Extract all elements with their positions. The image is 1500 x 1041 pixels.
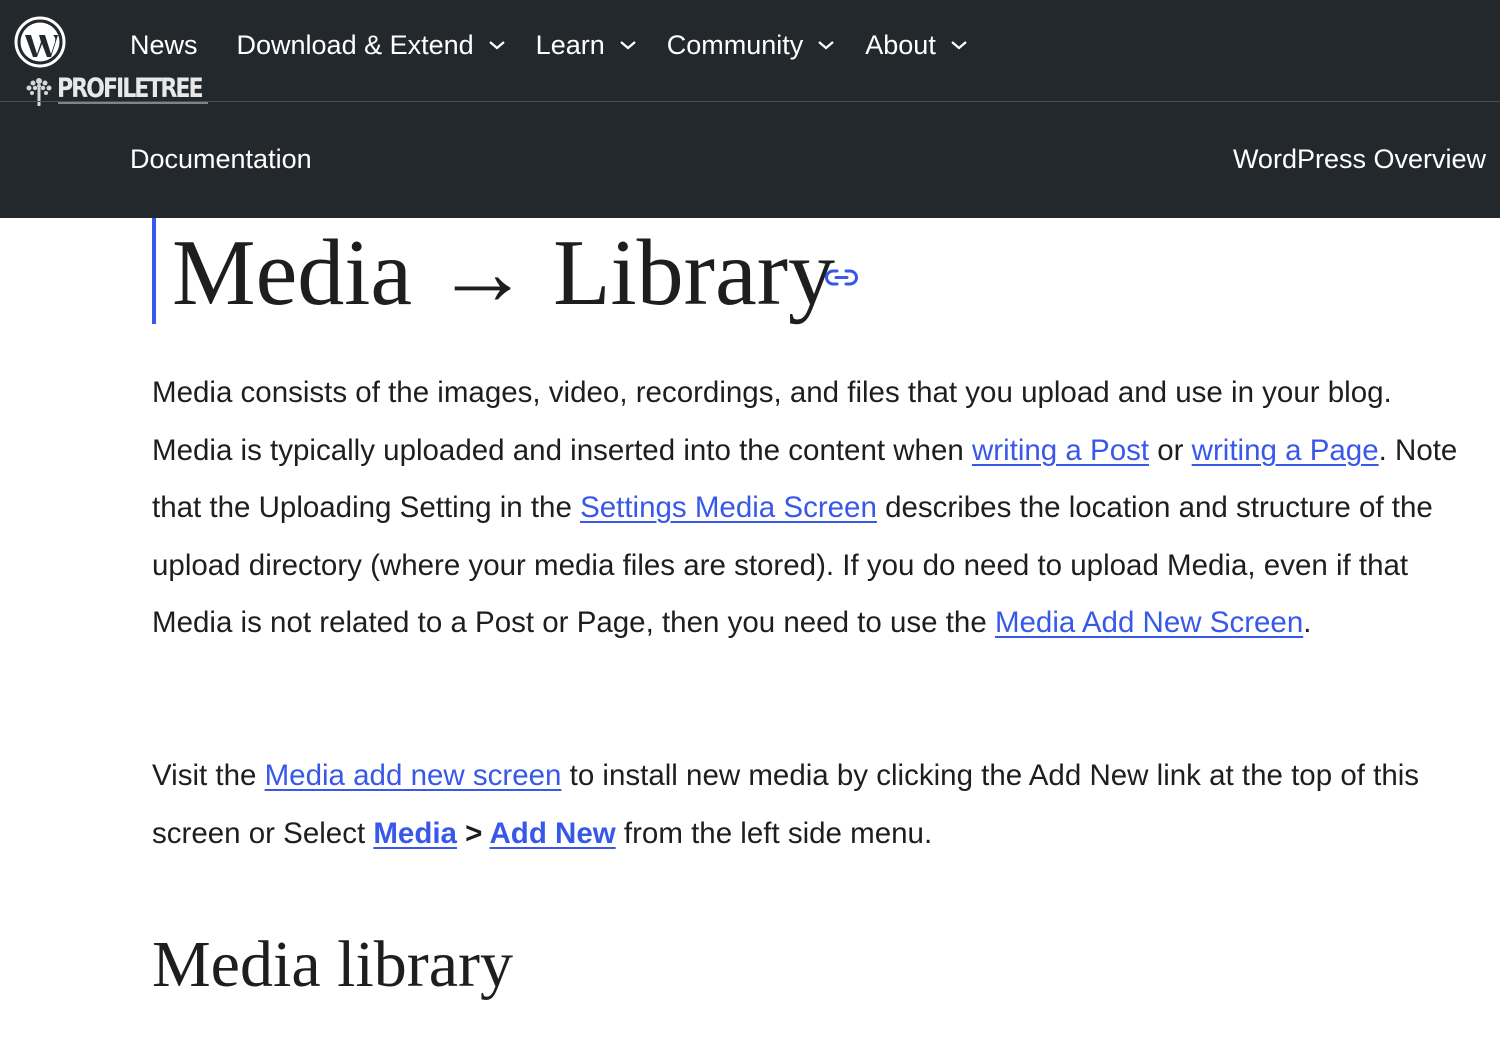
p2-text-1: Visit the xyxy=(152,759,265,792)
add-new-menu-link[interactable]: Add New xyxy=(490,817,616,850)
p2-text-3: from the left side menu. xyxy=(615,816,933,850)
wordpress-logo-icon[interactable] xyxy=(14,16,66,68)
visit-paragraph: Visit the Media add new screen to instal… xyxy=(152,747,1462,862)
media-add-new-screen-link-2[interactable]: Media add new screen xyxy=(265,759,562,792)
nav-community[interactable]: Community xyxy=(667,30,836,61)
nav-news-label: News xyxy=(130,29,198,60)
media-add-new-screen-link[interactable]: Media Add New Screen xyxy=(995,606,1303,639)
chevron-down-icon xyxy=(951,41,967,50)
writing-a-page-link[interactable]: writing a Page xyxy=(1192,434,1379,467)
nav-about-label: About xyxy=(865,29,936,60)
settings-media-screen-link[interactable]: Settings Media Screen xyxy=(580,491,877,524)
nav-download-extend-label: Download & Extend xyxy=(236,29,474,60)
page-title: Media → Library xyxy=(172,221,836,325)
anchor-link-icon[interactable] xyxy=(823,264,860,291)
nav-about[interactable]: About xyxy=(865,30,968,61)
chevron-down-icon xyxy=(488,41,505,50)
profiletree-tree-icon xyxy=(26,78,52,106)
header-divider xyxy=(0,101,1500,102)
global-header: PROFILETREE News Download & Extend Learn… xyxy=(0,0,1500,218)
p1-text-5: . xyxy=(1303,606,1312,639)
intro-paragraph: Media consists of the images, video, rec… xyxy=(152,364,1462,652)
profiletree-brand[interactable]: PROFILETREE xyxy=(22,72,233,110)
nav-community-label: Community xyxy=(666,29,804,60)
title-accent-bar xyxy=(152,218,156,324)
nav-download-extend[interactable]: Download & Extend xyxy=(237,30,506,61)
p1-text-2: or xyxy=(1149,433,1192,467)
media-library-heading: Media library xyxy=(152,928,514,1001)
nav-learn[interactable]: Learn xyxy=(536,30,637,61)
nav-learn-label: Learn xyxy=(535,29,605,60)
documentation-link[interactable]: Documentation xyxy=(130,144,312,175)
media-menu-link[interactable]: Media xyxy=(373,817,457,850)
chevron-down-icon xyxy=(818,41,834,50)
writing-a-post-link[interactable]: writing a Post xyxy=(972,434,1149,467)
wordpress-overview-link[interactable]: WordPress Overview xyxy=(1233,144,1486,175)
menu-separator: > xyxy=(456,816,490,850)
main-nav: News Download & Extend Learn Community A… xyxy=(130,26,998,64)
nav-news[interactable]: News xyxy=(130,30,198,61)
brand-tagline xyxy=(58,102,208,104)
chevron-down-icon xyxy=(620,41,636,50)
